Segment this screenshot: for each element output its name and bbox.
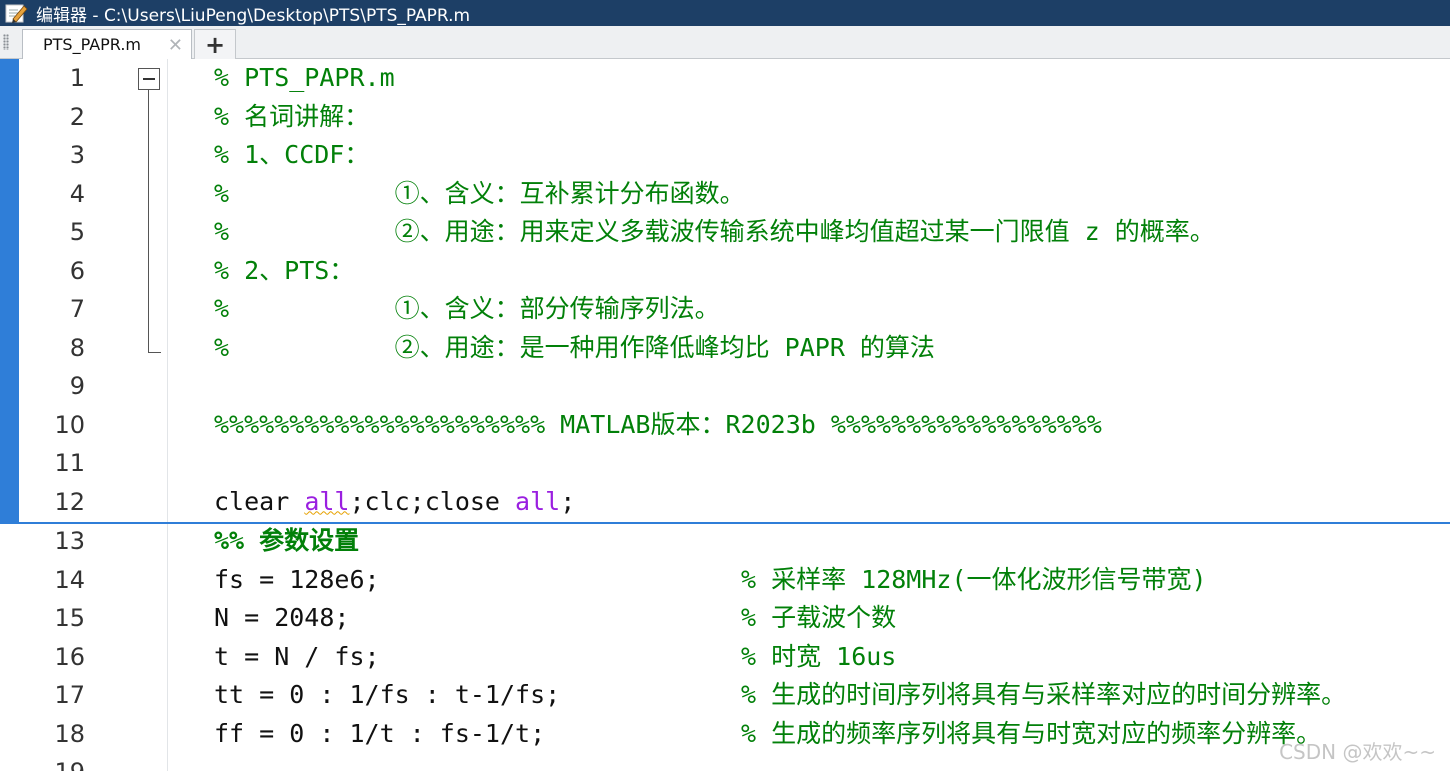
code-text: ff = 0 : 1/t : fs-1/t; [214, 718, 546, 748]
code-line[interactable]: 12 clear all;clc;close all; [0, 483, 1450, 521]
comment-text: % ②、用途：是一种用作降低峰均比 PAPR 的算法 [214, 332, 935, 362]
editor-tab-bar: PTS_PAPR.m ✕ + [0, 26, 1450, 59]
comment-text: % ①、含义：部分传输序列法。 [214, 294, 720, 323]
line-number: 18 [54, 719, 85, 748]
line-number: 6 [69, 256, 85, 285]
line-number: 15 [54, 604, 85, 632]
comment-text: % ②、用途：用来定义多载波传输系统中峰均值超过某一门限值 z 的概率。 [214, 217, 1215, 246]
code-token: ; [560, 486, 576, 516]
comment-text: % 采样率 128MHz(一体化波形信号带宽) [741, 564, 1207, 594]
window-title: 编辑器 - C:\Users\LiuPeng\Desktop\PTS\PTS_P… [36, 5, 471, 26]
comment-text: % 生成的频率序列将具有与时宽对应的频率分辨率。 [741, 718, 1322, 748]
comment-text: % 名词讲解： [214, 101, 370, 131]
section-title: %% 参数设置 [214, 526, 360, 555]
code-line[interactable]: 2 % 名词讲解： [0, 98, 1450, 136]
line-number: 11 [54, 449, 85, 477]
comment-text: % 时宽 16us [741, 641, 897, 671]
line-number: 9 [69, 372, 85, 400]
code-line[interactable]: 7 % ①、含义：部分传输序列法。 [0, 290, 1450, 328]
watermark: CSDN @欢欢~~ [1279, 740, 1436, 764]
keyword-token-warning[interactable]: all [304, 487, 349, 516]
code-editor[interactable]: 1 % PTS_PAPR.m 2 % 名词讲解： 3 % 1、CCDF： 4 %… [0, 59, 1450, 771]
comment-text: % ①、含义：互补累计分布函数。 [214, 178, 745, 208]
code-text: N = 2048; [214, 603, 350, 632]
code-line[interactable]: 6 % 2、PTS： [0, 252, 1450, 290]
comment-text: % PTS_PAPR.m [214, 63, 395, 92]
code-line[interactable]: 10 %%%%%%%%%%%%%%%%%%%%%% MATLAB版本：R2023… [0, 406, 1450, 444]
line-number: 8 [69, 333, 85, 362]
code-line[interactable]: 18 ff = 0 : 1/t : fs-1/t; % 生成的频率序列将具有与时宽… [0, 715, 1450, 753]
code-line[interactable]: 9 [0, 367, 1450, 405]
code-line[interactable]: 8 % ②、用途：是一种用作降低峰均比 PAPR 的算法 [0, 329, 1450, 367]
code-line[interactable]: 11 [0, 444, 1450, 482]
line-number: 7 [69, 295, 85, 323]
code-line[interactable]: 3 % 1、CCDF： [0, 136, 1450, 174]
line-number: 13 [54, 527, 85, 555]
code-line[interactable]: 1 % PTS_PAPR.m [0, 59, 1450, 97]
code-token: ;clc;close [349, 486, 516, 516]
new-tab-button[interactable]: + [194, 29, 236, 59]
line-number: 4 [69, 179, 85, 208]
plus-icon: + [204, 30, 226, 59]
tab-pts-papr[interactable]: PTS_PAPR.m ✕ [22, 29, 192, 59]
code-line[interactable]: 4 % ①、含义：互补累计分布函数。 [0, 175, 1450, 213]
code-text: t = N / fs; [214, 641, 380, 671]
comment-text: % 子载波个数 [741, 603, 897, 632]
line-number: 19 [22, 753, 85, 771]
code-line[interactable]: 5 % ②、用途：用来定义多载波传输系统中峰均值超过某一门限值 z 的概率。 [0, 213, 1450, 251]
code-text: fs = 128e6; [214, 564, 380, 594]
code-line[interactable]: 13 %% 参数设置 [0, 522, 1450, 560]
editor-pencil-icon [5, 4, 28, 23]
code-line[interactable]: 17 tt = 0 : 1/fs : t-1/fs; % 生成的时间序列将具有与采… [0, 676, 1450, 714]
comment-text: %%%%%%%%%%%%%%%%%%%%%% MATLAB版本：R2023b %… [214, 409, 1102, 439]
line-number: 2 [69, 102, 85, 131]
code-text: tt = 0 : 1/fs : t-1/fs; [214, 680, 561, 709]
tab-label: PTS_PAPR.m [43, 35, 142, 54]
code-token: clear [214, 486, 305, 516]
code-line[interactable]: 16 t = N / fs; % 时宽 16us [0, 638, 1450, 676]
line-number: 10 [54, 410, 85, 439]
line-number: 5 [69, 218, 85, 246]
line-number: 3 [69, 141, 85, 169]
window-title-bar: 编辑器 - C:\Users\LiuPeng\Desktop\PTS\PTS_P… [0, 0, 1450, 26]
line-number: 16 [54, 642, 85, 671]
code-line[interactable]: 15 N = 2048; % 子载波个数 [0, 599, 1450, 637]
line-number: 14 [54, 565, 85, 594]
comment-text: % 1、CCDF： [214, 140, 370, 169]
code-line[interactable]: 14 fs = 128e6; % 采样率 128MHz(一体化波形信号带宽) [0, 561, 1450, 599]
line-number: 1 [69, 64, 85, 92]
code-line[interactable]: 19 [0, 753, 1450, 771]
tab-grip-handle[interactable] [3, 34, 9, 50]
line-number: 17 [54, 681, 85, 709]
keyword-token: all [515, 486, 561, 516]
comment-text: % 生成的时间序列将具有与采样率对应的时间分辨率。 [741, 680, 1347, 709]
close-icon[interactable]: ✕ [168, 35, 183, 56]
comment-text: % 2、PTS： [214, 255, 355, 285]
line-number: 12 [54, 487, 85, 516]
